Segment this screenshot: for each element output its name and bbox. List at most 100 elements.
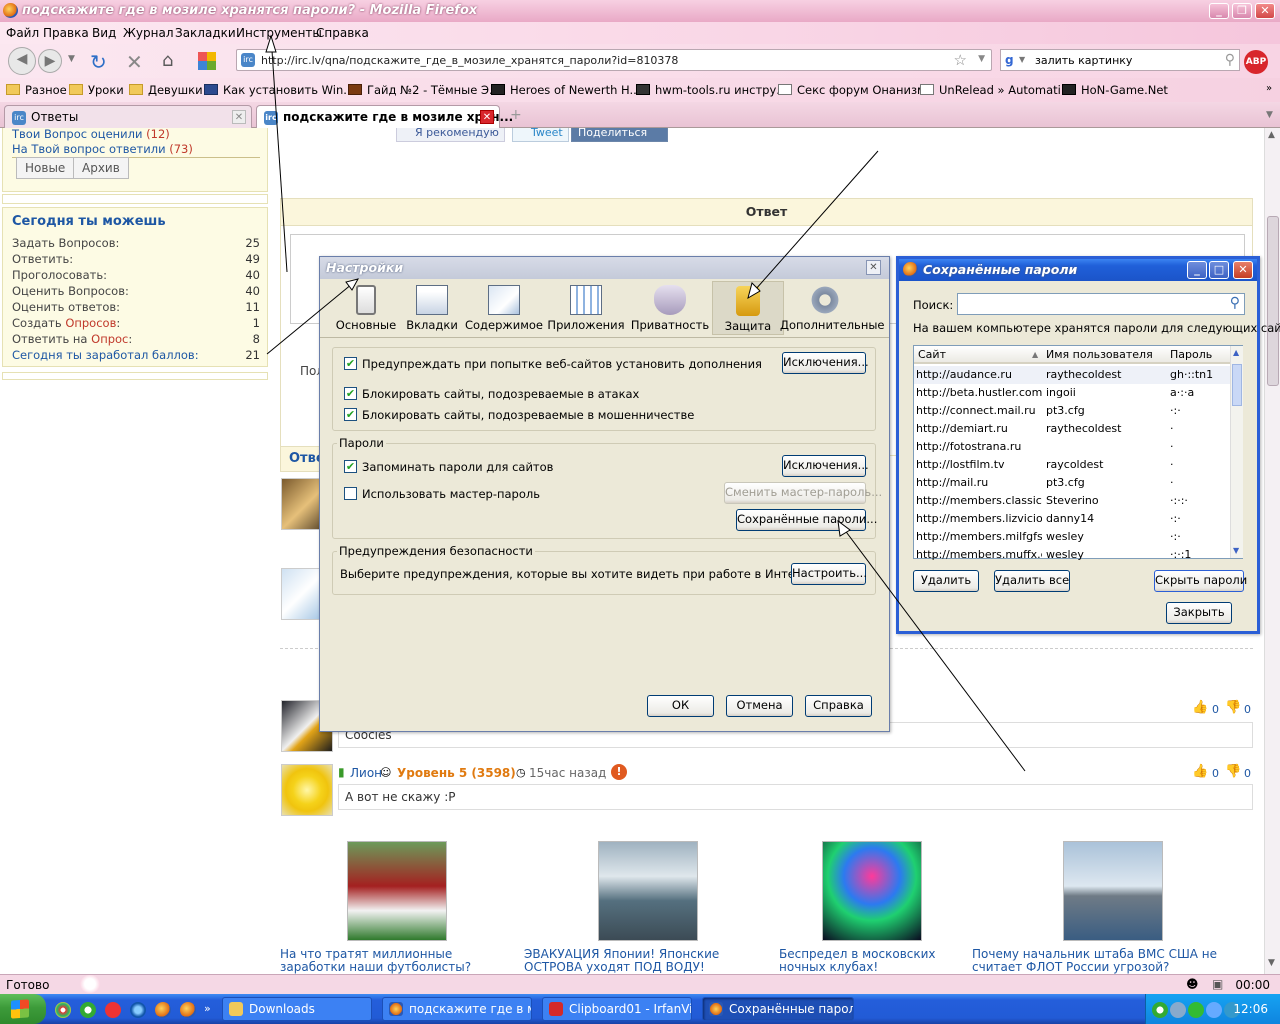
tab-privacy[interactable]: Приватность [631, 285, 709, 335]
table-row[interactable]: http://audance.ru raythecoldest gh·::tn1 [914, 366, 1230, 384]
news-image[interactable] [822, 841, 922, 941]
chrome-icon[interactable] [55, 1002, 71, 1018]
bookmark-item[interactable]: Гайд №2 - Тёмные Э... [348, 83, 500, 97]
saved-passwords-button[interactable]: Сохранённые пароли... [736, 509, 877, 531]
more-bookmarks-icon[interactable]: » [1266, 83, 1272, 94]
cancel-button[interactable]: Отмена [726, 695, 793, 717]
google-icon[interactable]: g [1005, 53, 1014, 67]
scroll-thumb[interactable] [1267, 216, 1279, 386]
bookmark-item[interactable]: Heroes of Newerth H... [491, 83, 640, 97]
minimize-button[interactable]: _ [1187, 261, 1207, 279]
news-link[interactable]: На что тратят миллионные заработки наши … [280, 948, 520, 974]
news-link[interactable]: Почему начальник штаба ВМС США не считае… [972, 948, 1252, 974]
col-pass[interactable]: Пароль [1170, 348, 1212, 361]
new-tab-icon[interactable]: + [510, 107, 522, 123]
search-icon[interactable]: ⚲ [1225, 52, 1235, 68]
menu-help[interactable]: Справка [316, 26, 369, 40]
url-text[interactable]: http://irc.lv/qna/подскажите_где_в_мозил… [261, 54, 678, 67]
archive-button[interactable]: Архив [73, 157, 129, 179]
table-row[interactable]: http://beta.hustler.com ... ingoii a·:·a [914, 384, 1230, 402]
taskbar-item-firefox[interactable]: подскажите где в мо... [382, 997, 532, 1021]
close-tab-icon[interactable]: ✕ [232, 110, 246, 124]
remember-passwords-label[interactable]: Запоминать пароли для сайтов [362, 460, 553, 474]
page-scrollbar[interactable]: ▲ ▼ [1264, 128, 1280, 974]
bookmark-item[interactable]: hwm-tools.ru инстру... [636, 83, 787, 97]
user-name[interactable]: Лион [350, 766, 382, 780]
tab-answers[interactable]: irc Ответы ✕ [4, 105, 252, 128]
col-user[interactable]: Имя пользователя [1046, 348, 1153, 361]
bookmark-folder[interactable]: Разное [6, 83, 67, 97]
recommend-button[interactable]: Я рекомендую [396, 128, 505, 142]
quicklaunch-more-icon[interactable]: » [204, 1002, 211, 1015]
start-button[interactable] [0, 994, 46, 1024]
share-button[interactable]: Поделиться [571, 128, 669, 142]
minimize-button[interactable]: _ [1209, 3, 1229, 19]
tab-content[interactable]: Содержимое [465, 285, 543, 335]
warn-addons-label[interactable]: Предупреждать при попытке веб-сайтов уст… [362, 357, 762, 371]
icq-icon[interactable] [80, 1002, 96, 1018]
ok-button[interactable]: ОК [647, 695, 714, 717]
taskbar-item-irfanview[interactable]: Clipboard01 - IrfanView [542, 997, 692, 1021]
table-row[interactable]: http://members.classicvi... Steverino ·:·:… [914, 492, 1230, 510]
hide-passwords-button[interactable]: Скрыть пароли [1154, 570, 1247, 592]
block-attack-checkbox[interactable]: ✔ [344, 387, 357, 400]
password-search-input[interactable]: ⚲ [957, 293, 1245, 315]
help-button[interactable]: Справка [805, 695, 872, 717]
table-row[interactable]: http://mail.ru pt3.cfg · [914, 474, 1230, 492]
bookmark-item[interactable]: Как установить Win... [204, 83, 354, 97]
passwords-table[interactable]: Сайт ▲ Имя пользователя Пароль http://au… [913, 345, 1243, 561]
block-fraud-checkbox[interactable]: ✔ [344, 408, 357, 421]
news-link[interactable]: ЭВАКУАЦИЯ Японии! Японские ОСТРОВА уходя… [524, 948, 764, 974]
scroll-down-icon[interactable]: ▼ [1233, 546, 1239, 555]
maximize-button[interactable]: ❐ [1232, 3, 1252, 19]
forward-icon[interactable]: ▶ [38, 49, 62, 73]
ie-icon[interactable] [130, 1002, 146, 1018]
close-dialog-button[interactable]: Закрыть [1166, 602, 1232, 624]
history-dropdown-icon[interactable]: ▼ [68, 54, 75, 64]
menu-bookmarks[interactable]: Закладки [175, 26, 236, 40]
table-row[interactable]: http://connect.mail.ru pt3.cfg ·:· [914, 402, 1230, 420]
col-site[interactable]: Сайт [918, 348, 946, 361]
menu-history[interactable]: Журнал [123, 26, 174, 40]
bookmark-folder[interactable]: Девушки [129, 83, 203, 97]
close-tab-icon[interactable]: ✕ [480, 110, 494, 124]
bookmark-item[interactable]: Секс форум Онанизм [778, 83, 926, 97]
icq-tray-icon[interactable] [1152, 1002, 1168, 1018]
tab-list-icon[interactable]: ▼ [1266, 110, 1273, 120]
url-bar[interactable]: irc http://irc.lv/qna/подскажите_где_в_м… [236, 49, 992, 71]
news-image[interactable] [1063, 841, 1163, 941]
thumbs-down-icon[interactable]: 👎 [1225, 700, 1241, 715]
news-link[interactable]: Беспредел в московских ночных клубах! [779, 948, 949, 974]
tab-advanced[interactable]: Дополнительные [780, 285, 885, 335]
menu-file[interactable]: Файл [6, 26, 39, 40]
firefox-icon[interactable] [180, 1002, 196, 1018]
report-icon[interactable]: ! [611, 764, 627, 780]
menu-view[interactable]: Вид [92, 26, 116, 40]
configure-button[interactable]: Настроить... [791, 563, 867, 585]
block-attack-label[interactable]: Блокировать сайты, подозреваемые в атака… [362, 387, 639, 401]
close-button[interactable]: ✕ [1255, 3, 1275, 19]
table-row[interactable]: http://fotostrana.ru · [914, 438, 1230, 456]
block-fraud-label[interactable]: Блокировать сайты, подозреваемые в мошен… [362, 408, 694, 422]
news-image[interactable] [347, 841, 447, 941]
maximize-button[interactable]: □ [1209, 261, 1229, 279]
taskbar-item-downloads[interactable]: Downloads [222, 997, 372, 1021]
app-icon[interactable] [105, 1002, 121, 1018]
play-icon[interactable] [1188, 1002, 1204, 1018]
thumbs-up-icon[interactable]: 👍 [1192, 700, 1208, 715]
tab-tabs[interactable]: Вкладки [396, 285, 468, 335]
tab-question[interactable]: irc подскажите где в мозиле хран... ✕ [256, 105, 513, 129]
master-password-label[interactable]: Использовать мастер-пароль [362, 487, 540, 501]
star-icon[interactable]: ☆ [954, 51, 967, 69]
search-input[interactable]: залить картинку [1035, 54, 1132, 67]
tray-icon[interactable] [1206, 1002, 1222, 1018]
menu-edit[interactable]: Правка [43, 26, 89, 40]
engine-dropdown-icon[interactable]: ▼ [1019, 55, 1025, 64]
url-dropdown-icon[interactable]: ▼ [978, 54, 985, 64]
answered-link[interactable]: На Твой вопрос ответили (73) [12, 142, 193, 156]
thumbs-up-icon[interactable]: 👍 [1192, 764, 1208, 779]
delete-all-button[interactable]: Удалить все [994, 570, 1070, 592]
change-master-password-button[interactable]: Сменить мастер-пароль... [724, 482, 882, 504]
table-row[interactable]: http://members.lizviciou... danny14 ·:· [914, 510, 1230, 528]
reload-icon[interactable]: ↻ [90, 50, 107, 74]
